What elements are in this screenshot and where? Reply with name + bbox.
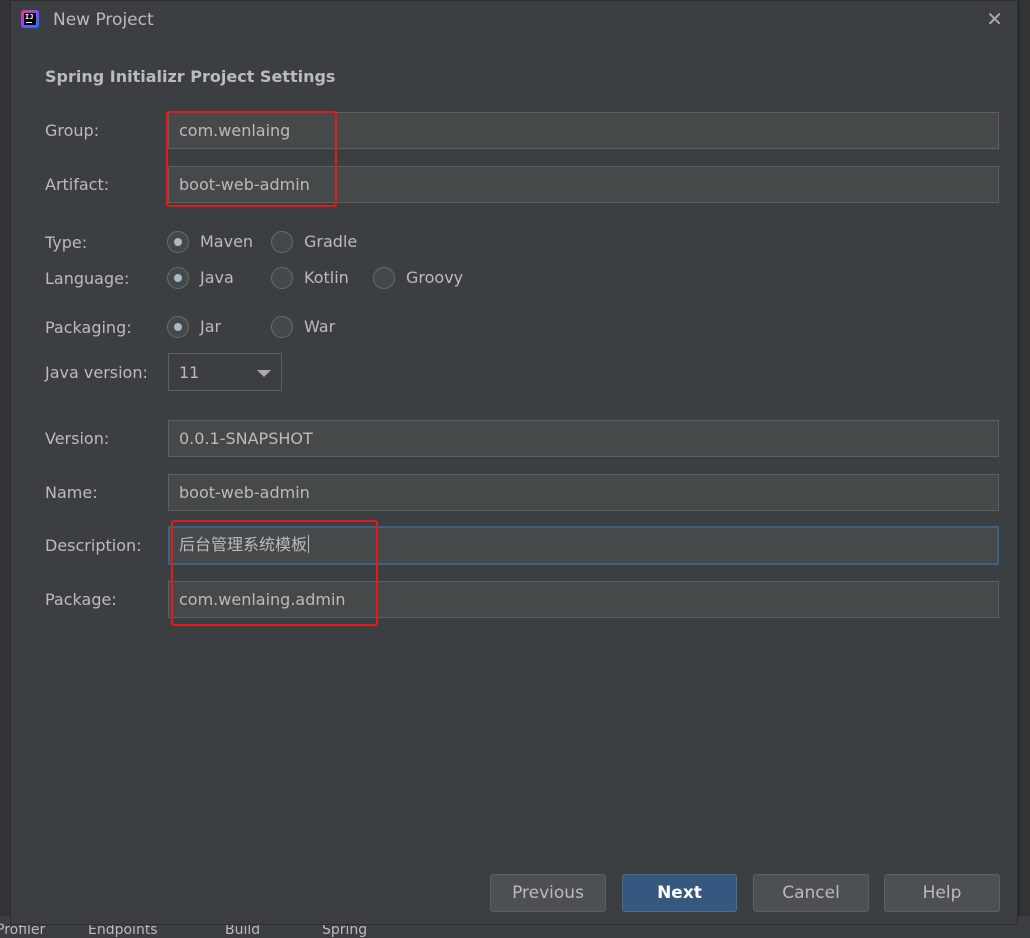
group-field[interactable]: com.wenlaing: [168, 112, 999, 149]
ide-left-strip: [0, 0, 10, 937]
name-field[interactable]: boot-web-admin: [168, 474, 999, 511]
chevron-down-icon: [257, 370, 271, 377]
radio-label: Kotlin: [304, 268, 349, 287]
java-version-value: 11: [179, 363, 200, 382]
help-button[interactable]: Help: [884, 874, 1000, 912]
text-caret: [308, 535, 310, 553]
description-field[interactable]: 后台管理系统模板: [168, 526, 999, 565]
dialog-titlebar: IJ New Project ✕: [11, 1, 1017, 41]
description-value: 后台管理系统模板: [179, 535, 308, 554]
radio-label: Gradle: [304, 232, 358, 251]
radio-label: Maven: [200, 232, 254, 251]
packaging-label: Packaging:: [45, 318, 132, 337]
close-icon[interactable]: ✕: [986, 7, 1003, 31]
intellij-logo-icon: IJ: [21, 10, 39, 28]
type-label: Type:: [45, 233, 88, 252]
new-project-dialog: IJ New Project ✕ Spring Initializr Proje…: [10, 0, 1018, 925]
language-label: Language:: [45, 269, 130, 288]
cancel-button[interactable]: Cancel: [753, 874, 869, 912]
dialog-title: New Project: [53, 10, 154, 30]
artifact-label: Artifact:: [45, 175, 110, 194]
radio-unchecked-icon: [271, 231, 293, 253]
previous-button[interactable]: Previous: [490, 874, 606, 912]
radio-unchecked-icon: [373, 267, 395, 289]
java-version-select[interactable]: 11: [168, 353, 282, 391]
next-button[interactable]: Next: [622, 874, 737, 912]
radio-checked-icon: [167, 316, 189, 338]
group-label: Group:: [45, 121, 100, 140]
version-label: Version:: [45, 429, 110, 448]
radio-label: War: [304, 317, 336, 336]
radio-label: Java: [200, 268, 234, 287]
radio-checked-icon: [167, 267, 189, 289]
version-field[interactable]: 0.0.1-SNAPSHOT: [168, 420, 999, 457]
package-field[interactable]: com.wenlaing.admin: [168, 581, 999, 618]
ide-right-strip: [1020, 0, 1030, 937]
package-label: Package:: [45, 590, 117, 609]
radio-unchecked-icon: [271, 267, 293, 289]
description-label: Description:: [45, 536, 142, 555]
radio-checked-icon: [167, 231, 189, 253]
radio-label: Jar: [200, 317, 222, 336]
radio-label: Groovy: [406, 268, 464, 287]
artifact-field[interactable]: boot-web-admin: [168, 166, 999, 203]
radio-unchecked-icon: [271, 316, 293, 338]
name-label: Name:: [45, 483, 98, 502]
section-title: Spring Initializr Project Settings: [45, 67, 336, 86]
java-version-label: Java version:: [45, 363, 148, 382]
